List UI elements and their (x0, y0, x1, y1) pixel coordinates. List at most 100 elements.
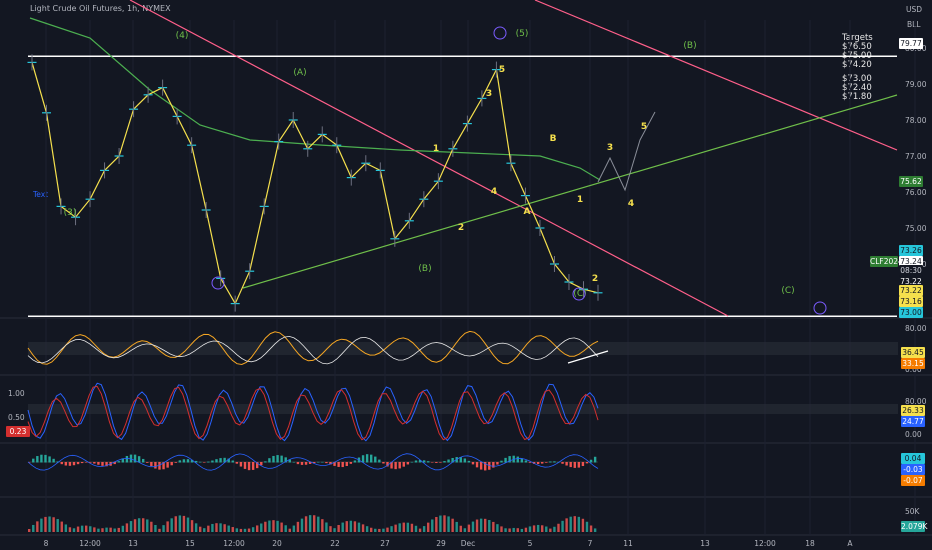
volume-bar-123 (528, 526, 532, 532)
trendline-red-upper (534, 0, 898, 151)
wave-label-yellow-4: 5 (499, 65, 505, 75)
macd-hist-65 (292, 461, 296, 463)
macd-hist-35 (170, 462, 173, 466)
volume-bar-72 (321, 519, 324, 532)
volume-bar-15 (89, 526, 92, 532)
volume-bar-108 (467, 524, 471, 532)
volume-bar-14 (85, 525, 88, 532)
macd-hist-92 (402, 462, 405, 467)
x-tick-0: 8 (43, 539, 49, 548)
macd-hist-30 (150, 462, 153, 467)
volume-bar-116 (500, 526, 503, 532)
macd-hist-3 (40, 454, 43, 463)
volume-bar-19 (105, 527, 108, 532)
volume-bar-51 (235, 528, 239, 532)
volume-bar-80 (353, 521, 357, 532)
volume-bar-112 (484, 518, 487, 532)
volume-bar-91 (398, 523, 401, 532)
volume-bar-111 (479, 518, 483, 532)
volume-bar-64 (288, 528, 291, 532)
macd-hist-120 (516, 456, 519, 463)
volume-bar-16 (93, 527, 96, 532)
x-tick-15: 18 (805, 539, 815, 548)
volume-bar-71 (317, 516, 320, 532)
macd-hist-103 (447, 459, 450, 463)
wave-label-green-3: (B) (418, 264, 431, 274)
volume-bar-17 (97, 528, 100, 532)
volume-bar-66 (296, 521, 300, 532)
x-tick-14: 12:00 (754, 539, 776, 548)
macd-hist-138 (589, 459, 593, 463)
volume-bar-2 (36, 521, 39, 532)
macd-hist-133 (569, 462, 572, 468)
macd-hist-51 (235, 462, 239, 464)
wave-label-green-2: (A) (293, 68, 306, 78)
macd-hist-135 (577, 462, 581, 468)
macd-hist-18 (101, 462, 104, 466)
volume-bar-79 (349, 520, 353, 532)
volume-bar-26 (133, 519, 137, 532)
macd-hist-127 (545, 462, 548, 463)
x-tick-7: 27 (380, 539, 390, 548)
volume-bar-20 (109, 527, 112, 532)
macd-hist-29 (146, 462, 149, 463)
macd-hist-59 (268, 458, 271, 463)
volume-bar-84 (370, 527, 373, 532)
volume-bar-102 (443, 515, 446, 532)
purple-marker-0 (493, 26, 507, 40)
macd-hist-100 (435, 462, 438, 463)
volume-bar-83 (365, 526, 369, 532)
price-chart-svg[interactable]: (3)(4)(A)(B)(5)(B)(C)(C)12345AB1234580.0… (0, 0, 932, 550)
wave-label-yellow-11: 5 (641, 122, 647, 132)
macd-hist-125 (536, 462, 540, 465)
volume-bar-7 (56, 519, 59, 532)
volume-bar-75 (333, 528, 336, 532)
price-axis-label-4: 76.00 (905, 188, 927, 197)
volume-bar-9 (64, 524, 68, 532)
volume-bar-74 (329, 526, 332, 532)
volume-bar-89 (390, 526, 393, 532)
volume-bar-34 (166, 521, 169, 532)
volume-bar-69 (308, 515, 312, 532)
macd-hist-44 (207, 461, 210, 463)
volume-bar-57 (260, 523, 263, 532)
price-axis-label-3: 77.00 (905, 152, 927, 161)
macd-hist-11 (72, 462, 76, 466)
volume-bar-131 (561, 520, 564, 532)
macd-hist-136 (581, 462, 585, 467)
macd-hist-101 (439, 462, 442, 463)
pane-tag-2: 0.23 (6, 426, 30, 437)
volume-bar-127 (545, 526, 548, 532)
volume-bar-77 (341, 522, 344, 532)
volume-bar-44 (207, 525, 210, 532)
macd-hist-5 (48, 456, 51, 463)
volume-bar-70 (313, 515, 316, 532)
x-tick-8: 29 (436, 539, 446, 548)
macd-hist-37 (178, 460, 182, 463)
volume-bar-90 (394, 524, 397, 532)
wave-label-green-0: (3) (64, 208, 77, 218)
macd-hist-98 (427, 461, 430, 463)
pane-tag-4: 24.77 (901, 416, 925, 427)
price-tag-7: 73.16 (899, 296, 923, 307)
volume-bar-65 (292, 525, 296, 532)
macd-hist-57 (260, 462, 263, 466)
volume-bar-45 (211, 523, 214, 532)
macd-hist-2 (36, 456, 39, 463)
volume-bar-59 (268, 520, 271, 532)
macd-hist-134 (573, 462, 576, 468)
volume-bar-42 (199, 526, 202, 532)
pane-tick-0: 80.00 (905, 324, 927, 333)
volume-bar-120 (516, 528, 519, 532)
volume-bar-134 (573, 516, 576, 532)
volume-bar-62 (280, 522, 283, 532)
macd-hist-12 (76, 462, 80, 465)
macd-hist-86 (378, 459, 381, 463)
volume-bar-55 (251, 527, 255, 532)
macd-hist-87 (382, 462, 385, 464)
macd-hist-129 (553, 461, 556, 463)
macd-hist-126 (541, 462, 544, 464)
macd-hist-132 (565, 462, 568, 466)
macd-hist-60 (272, 455, 275, 463)
pane-tag-1: 33.15 (901, 358, 925, 369)
